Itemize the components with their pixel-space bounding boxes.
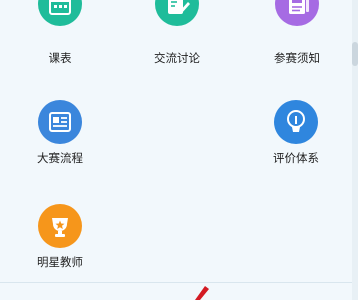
grid-item-competition-process[interactable]: 大赛流程 <box>10 100 110 180</box>
grid-item-schedule[interactable]: 课表 <box>10 0 110 65</box>
notice-icon <box>275 0 319 26</box>
evaluation-icon <box>274 100 318 144</box>
grid-item-label: 大赛流程 <box>37 151 83 165</box>
grid-item-label: 交流讨论 <box>154 51 200 65</box>
grid-item-star-teacher[interactable]: 明星教师 <box>10 204 110 284</box>
grid-item-discussion[interactable]: 交流讨论 <box>127 0 227 65</box>
process-icon <box>38 100 82 144</box>
star-teacher-icon <box>38 204 82 248</box>
grid-item-notice[interactable]: 参赛须知 <box>247 0 347 65</box>
calendar-icon <box>38 0 82 26</box>
grid-item-label: 课表 <box>48 51 72 65</box>
scrollbar-thumb[interactable] <box>352 42 358 66</box>
grid-item-label: 参赛须知 <box>274 51 320 65</box>
grid-item-label: 评价体系 <box>273 151 319 165</box>
grid-item-evaluation-system[interactable]: 评价体系 <box>246 100 346 180</box>
red-cursor-mark <box>193 284 215 300</box>
section-divider <box>0 282 358 283</box>
edit-icon <box>155 0 199 26</box>
screen: 课表 交流讨论 参赛须知 大赛流程 评价体系 明星教师 <box>0 0 358 300</box>
grid-item-label: 明星教师 <box>37 255 83 269</box>
